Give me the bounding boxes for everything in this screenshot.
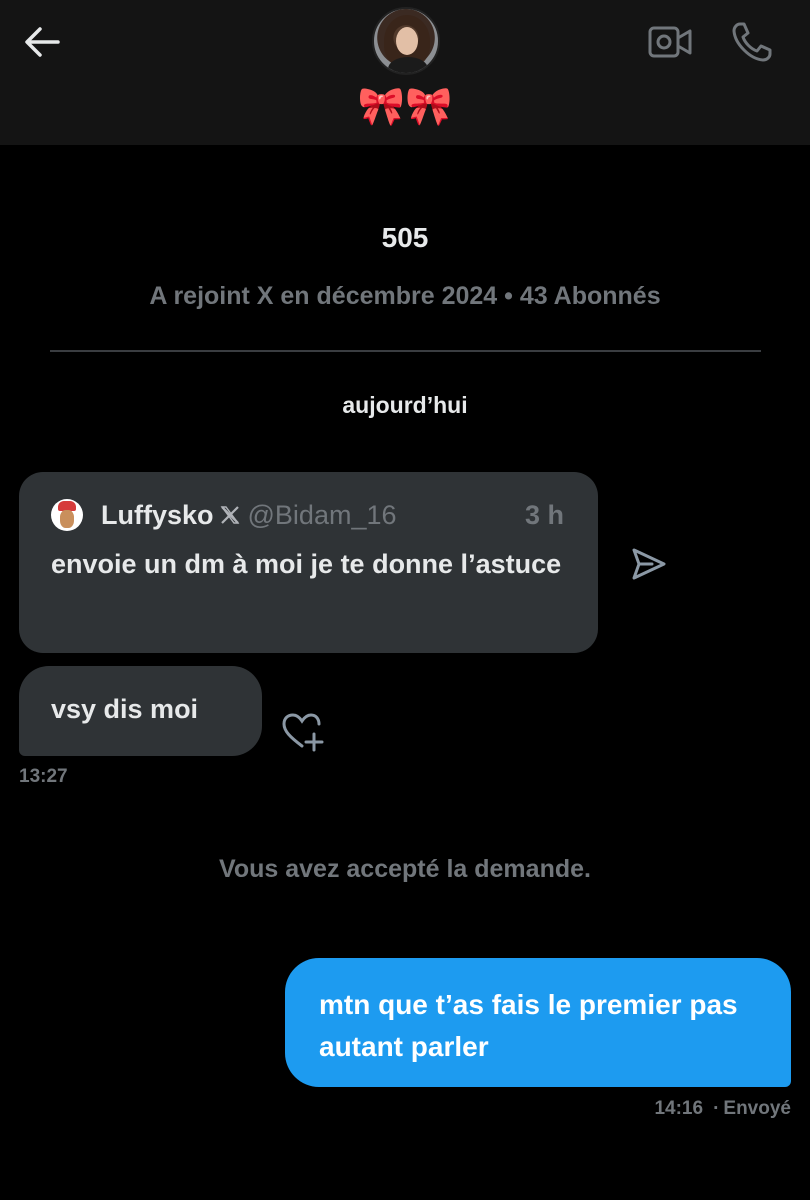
voice-call-button[interactable] xyxy=(728,18,776,66)
quoted-author-name: Luffysko xyxy=(101,499,214,530)
quoted-post-header: Luffysko @Bidam_16 xyxy=(51,498,571,532)
video-camera-icon xyxy=(648,26,692,58)
outgoing-message-time: 14:16 xyxy=(654,1098,704,1119)
send-icon xyxy=(632,548,666,580)
phone-icon xyxy=(732,22,772,62)
arrow-left-icon xyxy=(25,27,60,57)
share-button[interactable] xyxy=(628,545,668,583)
quoted-author-username: @Bidam_16 xyxy=(247,499,397,530)
outgoing-message-text: mtn que t’as fais le premier pas autant … xyxy=(319,989,738,1062)
quoted-post-card[interactable]: Luffysko @Bidam_16 3 h envoie un dm à mo… xyxy=(19,472,598,653)
contact-avatar[interactable] xyxy=(372,7,440,75)
incoming-message-time: 13:27 xyxy=(19,766,68,787)
conversation-header: 🎀🎀 xyxy=(0,0,810,145)
bow-emoji: 🎀🎀 xyxy=(357,86,453,128)
incoming-message-text: vsy dis moi xyxy=(51,694,199,724)
video-call-button[interactable] xyxy=(646,20,694,64)
quoted-post-time: 3 h xyxy=(524,500,564,530)
request-accepted-note: Vous avez accepté la demande. xyxy=(219,855,591,883)
add-reaction-button[interactable] xyxy=(280,710,328,754)
outgoing-message-status: Envoyé xyxy=(723,1098,791,1119)
profile-handle[interactable]: 505 xyxy=(0,222,810,254)
profile-meta: A rejoint X en décembre 2024 • 43 Abonné… xyxy=(149,282,661,310)
contact-display-name[interactable]: 🎀🎀 xyxy=(0,84,810,130)
heart-plus-icon xyxy=(282,713,324,752)
x-logo-icon xyxy=(220,505,240,525)
quoted-post-text: envoie un dm à moi je te donne l’astuce xyxy=(51,549,562,579)
date-separator: aujourd’hui xyxy=(342,392,468,418)
back-button[interactable] xyxy=(20,20,64,64)
divider xyxy=(50,350,761,352)
quoted-author-avatar xyxy=(51,499,83,531)
outgoing-message-meta: 14:16 · Envoyé xyxy=(654,1098,791,1119)
incoming-message-bubble[interactable]: vsy dis moi xyxy=(19,666,262,756)
outgoing-message-bubble[interactable]: mtn que t’as fais le premier pas autant … xyxy=(285,958,791,1087)
